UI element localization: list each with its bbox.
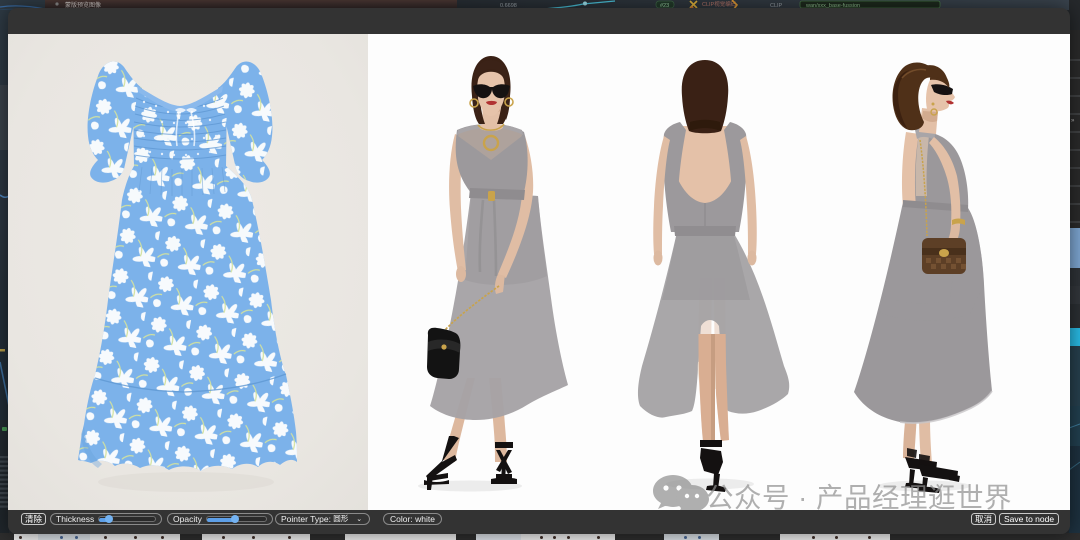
svg-text:CLIP视觉编码: CLIP视觉编码 [702, 0, 737, 8]
svg-text:公众号 · 产品经理逛世界: 公众号 · 产品经理逛世界 [706, 482, 1012, 510]
